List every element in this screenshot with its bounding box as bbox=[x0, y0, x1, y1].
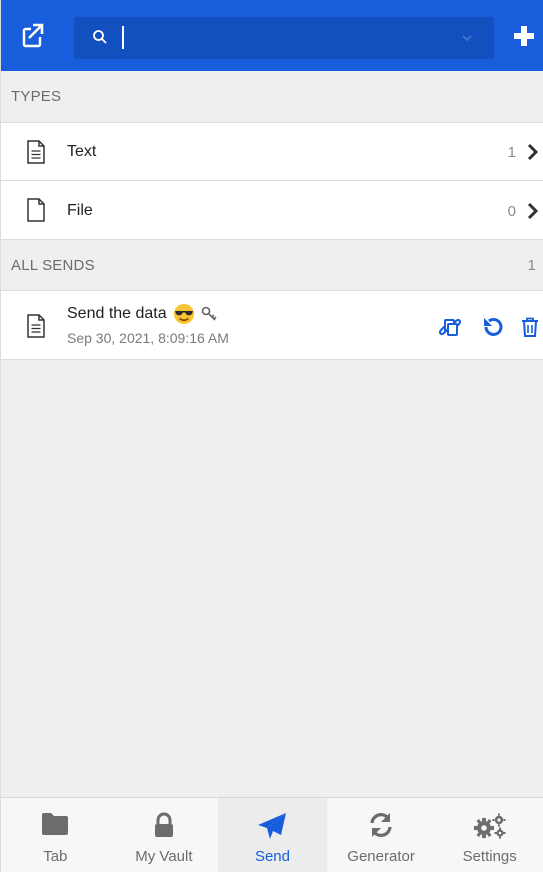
nav-send[interactable]: Send bbox=[218, 798, 327, 872]
text-document-icon bbox=[27, 314, 45, 338]
popout-icon bbox=[22, 23, 46, 48]
send-title-line: Send the data bbox=[67, 303, 219, 325]
lock-icon bbox=[154, 812, 173, 837]
all-sends-count: 1 bbox=[527, 256, 536, 274]
undo-icon[interactable] bbox=[482, 316, 504, 338]
chevron-right-icon bbox=[527, 143, 539, 161]
type-row-text[interactable]: Text 1 bbox=[1, 122, 543, 180]
type-row-label: File bbox=[67, 202, 93, 219]
nav-label: Tab bbox=[43, 848, 68, 865]
chevron-down-icon[interactable] bbox=[462, 34, 472, 42]
type-row-file[interactable]: File 0 bbox=[1, 180, 543, 239]
folder-icon bbox=[42, 813, 69, 835]
all-sends-section-label: ALL SENDS bbox=[11, 256, 95, 274]
file-icon bbox=[27, 198, 45, 222]
nav-label: My Vault bbox=[135, 848, 193, 865]
nav-label: Settings bbox=[462, 848, 517, 865]
search-input[interactable] bbox=[120, 23, 460, 53]
types-section-label: TYPES bbox=[11, 88, 62, 105]
chevron-right-icon bbox=[527, 202, 539, 220]
popout-button[interactable] bbox=[21, 22, 47, 50]
send-list-item[interactable]: Send the data Sep 30, 2021, 8:09:16 AM bbox=[1, 290, 543, 360]
type-row-label: Text bbox=[67, 143, 97, 160]
cogs-icon bbox=[473, 813, 506, 839]
type-row-count: 1 bbox=[507, 144, 516, 161]
send-title: Send the data bbox=[67, 305, 167, 322]
search-icon bbox=[93, 30, 107, 44]
nav-settings[interactable]: Settings bbox=[435, 798, 543, 872]
trash-icon[interactable] bbox=[519, 316, 541, 338]
type-row-count: 0 bbox=[507, 203, 516, 220]
send-date: Sep 30, 2021, 8:09:16 AM bbox=[67, 330, 229, 346]
nav-generator[interactable]: Generator bbox=[327, 798, 436, 872]
key-icon bbox=[201, 306, 217, 321]
types-section-header: TYPES bbox=[1, 71, 543, 122]
bottom-nav: Tab My Vault Send Generator Settings bbox=[1, 797, 543, 872]
copy-link-icon[interactable] bbox=[439, 316, 461, 338]
refresh-icon bbox=[370, 813, 392, 837]
nav-label: Send bbox=[254, 848, 290, 865]
paper-plane-icon bbox=[258, 813, 287, 839]
search-box[interactable] bbox=[74, 17, 494, 59]
nav-my-vault[interactable]: My Vault bbox=[110, 798, 219, 872]
header-bar bbox=[1, 0, 543, 71]
app-root: TYPES Text 1 File 0 ALL SENDS 1 Send the… bbox=[0, 0, 543, 872]
nav-label: Generator bbox=[347, 848, 415, 865]
all-sends-section-header: ALL SENDS 1 bbox=[1, 239, 543, 290]
text-document-icon bbox=[27, 140, 45, 164]
add-send-button[interactable] bbox=[512, 24, 536, 48]
sunglasses-emoji-icon bbox=[173, 304, 194, 324]
text-cursor bbox=[122, 26, 124, 49]
nav-tab[interactable]: Tab bbox=[1, 798, 110, 872]
